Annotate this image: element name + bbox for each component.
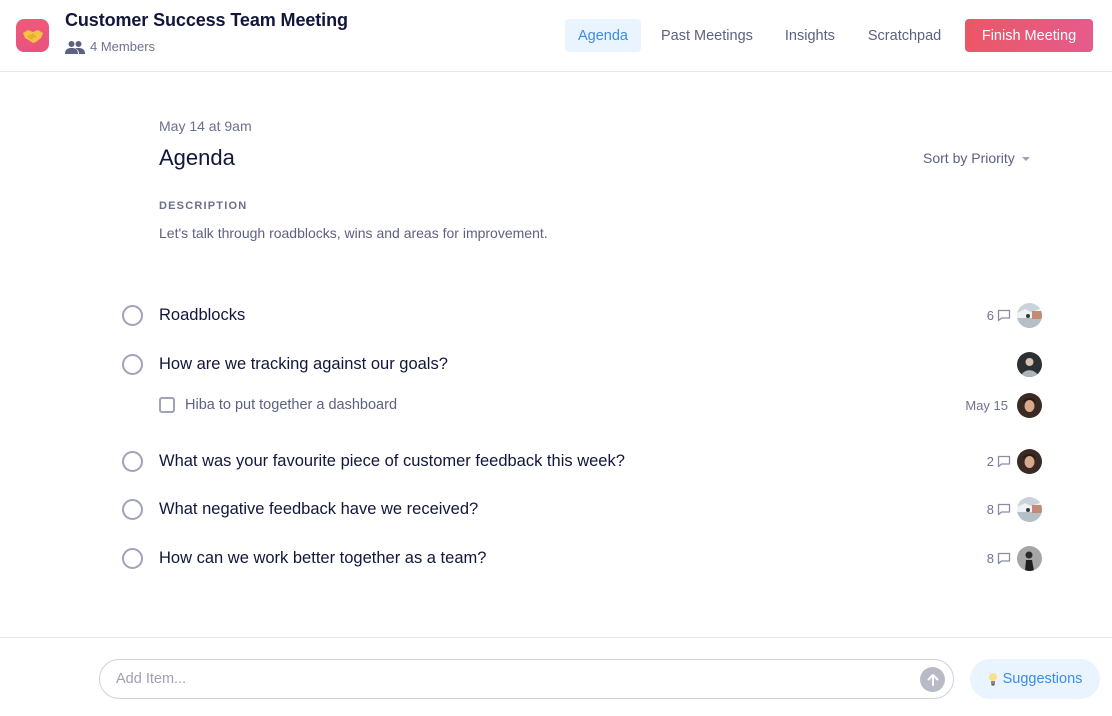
members-count[interactable]: 4 Members	[65, 39, 155, 54]
agenda-item-label[interactable]: Roadblocks	[159, 306, 245, 325]
agenda-item[interactable]: What was your favourite piece of custome…	[122, 446, 1042, 476]
tab-agenda[interactable]: Agenda	[565, 19, 641, 52]
avatar[interactable]	[1017, 496, 1042, 522]
complete-toggle[interactable]	[122, 450, 143, 472]
suggestions-button[interactable]: Suggestions	[970, 659, 1100, 699]
tab-scratchpad[interactable]: Scratchpad	[855, 19, 954, 52]
handshake-icon	[22, 29, 43, 43]
agenda-item[interactable]: How can we work better together as a tea…	[122, 543, 1042, 573]
avatar[interactable]	[1017, 545, 1042, 571]
complete-toggle[interactable]	[122, 498, 143, 520]
action-item[interactable]: Hiba to put together a dashboard May 15	[159, 391, 1042, 419]
comment-count: 8	[986, 501, 994, 517]
avatar[interactable]	[1017, 448, 1042, 474]
avatar[interactable]	[1017, 392, 1042, 418]
action-item-meta: May 15	[965, 391, 1042, 419]
main-nav: Agenda Past Meetings Insights Scratchpad	[565, 19, 961, 52]
avatar[interactable]	[1017, 351, 1042, 377]
members-label: 4 Members	[90, 39, 156, 54]
add-item-input[interactable]	[116, 660, 896, 698]
agenda-item-meta	[1017, 349, 1042, 379]
footer: Suggestions	[0, 637, 1112, 716]
sort-dropdown[interactable]: Sort by Priority	[923, 150, 1030, 166]
add-item-field[interactable]	[99, 659, 954, 699]
caret-down-icon	[1021, 156, 1030, 161]
lightbulb-icon	[988, 673, 997, 686]
header: Customer Success Team Meeting 4 Members …	[0, 0, 1112, 72]
comment-count: 2	[986, 453, 994, 469]
description-text[interactable]: Let's talk through roadblocks, wins and …	[159, 225, 548, 241]
submit-item-button[interactable]	[920, 667, 945, 692]
agenda-item-meta: 8	[987, 543, 1042, 573]
suggestions-label: Suggestions	[1002, 671, 1083, 687]
tab-past-meetings[interactable]: Past Meetings	[648, 19, 766, 52]
avatar[interactable]	[1017, 302, 1042, 328]
complete-toggle[interactable]	[122, 304, 143, 326]
action-item-checkbox[interactable]	[159, 397, 175, 413]
comment-count: 8	[986, 550, 994, 566]
agenda-item-label[interactable]: What was your favourite piece of custome…	[159, 452, 625, 471]
comment-icon[interactable]	[997, 455, 1011, 468]
complete-toggle[interactable]	[122, 353, 143, 375]
agenda-item[interactable]: What negative feedback have we received?…	[122, 494, 1042, 524]
agenda-item-label[interactable]: How are we tracking against our goals?	[159, 355, 448, 374]
sort-label: Sort by Priority	[923, 150, 1015, 166]
comment-icon[interactable]	[997, 552, 1011, 565]
comment-count: 6	[986, 307, 994, 323]
agenda-item-label[interactable]: How can we work better together as a tea…	[159, 549, 486, 568]
agenda-item[interactable]: How are we tracking against our goals?	[122, 349, 1042, 379]
agenda-item-meta: 8	[987, 494, 1042, 524]
description-label: DESCRIPTION	[159, 200, 248, 212]
comment-icon[interactable]	[997, 309, 1011, 322]
agenda-item-label[interactable]: What negative feedback have we received?	[159, 500, 478, 519]
comment-icon[interactable]	[997, 503, 1011, 516]
action-item-label[interactable]: Hiba to put together a dashboard	[185, 397, 397, 413]
finish-meeting-button[interactable]: Finish Meeting	[965, 19, 1093, 52]
page-title: Agenda	[159, 145, 235, 170]
arrow-up-icon	[927, 673, 938, 686]
agenda-item-meta: 6	[987, 300, 1042, 330]
agenda-item-meta: 2	[987, 446, 1042, 476]
tab-insights[interactable]: Insights	[772, 19, 848, 52]
meeting-title: Customer Success Team Meeting	[65, 10, 348, 30]
due-date[interactable]: May 15	[965, 398, 1008, 413]
agenda-item[interactable]: Roadblocks 6	[122, 300, 1042, 330]
people-icon	[65, 40, 85, 54]
app-logo	[16, 19, 49, 52]
meeting-date: May 14 at 9am	[159, 118, 252, 134]
complete-toggle[interactable]	[122, 547, 143, 569]
